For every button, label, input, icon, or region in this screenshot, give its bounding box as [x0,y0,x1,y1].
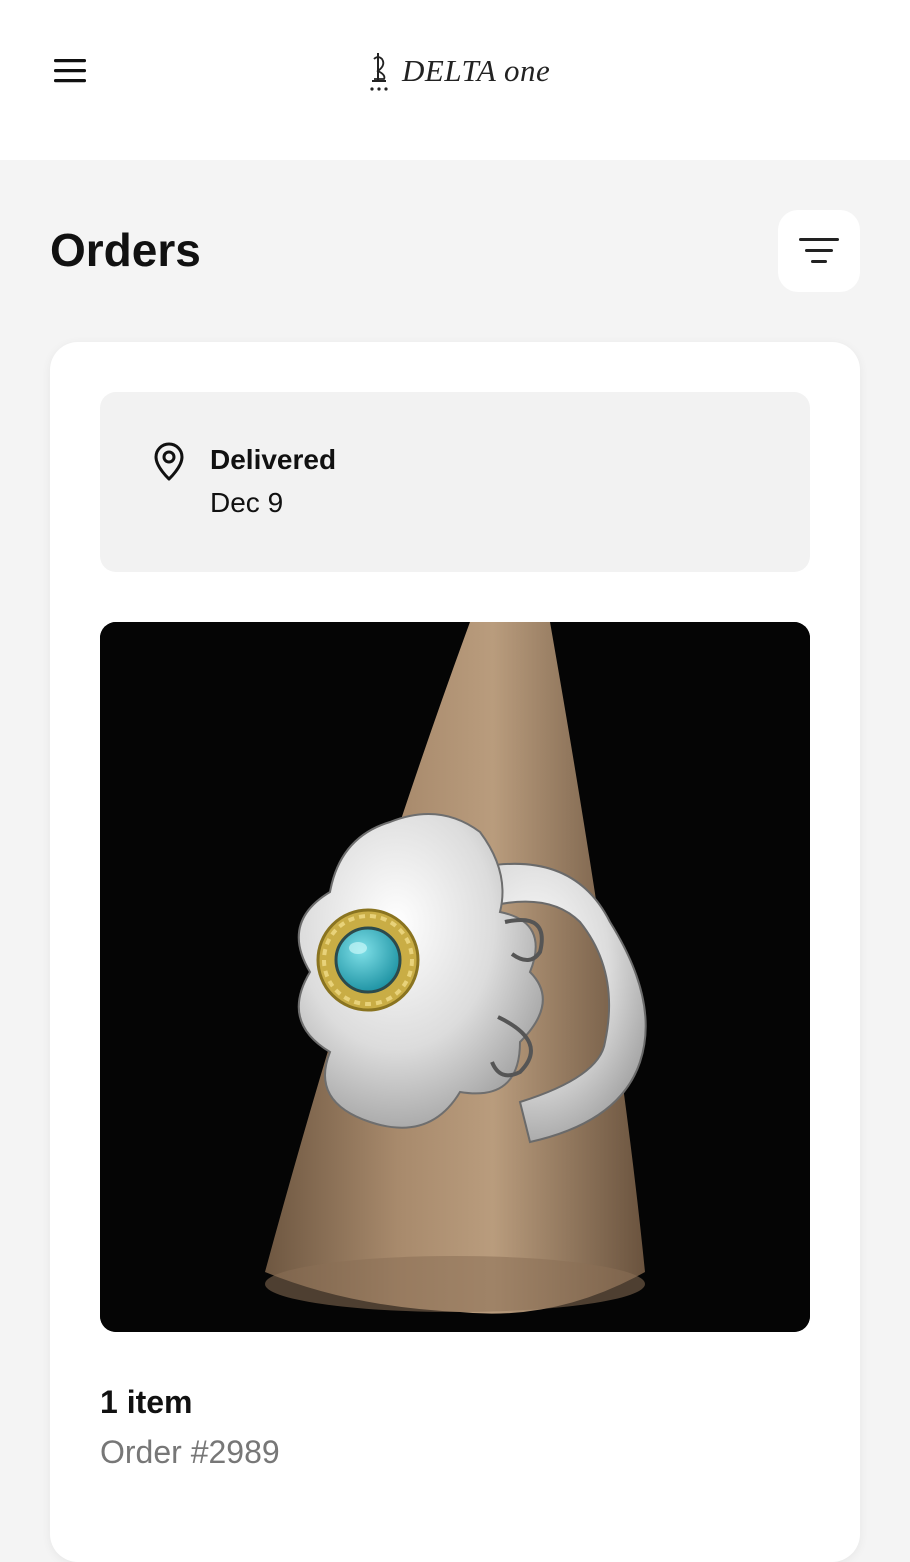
brand-logo[interactable]: DELTA one [366,46,550,96]
filter-icon [799,238,839,263]
app-header: DELTA one [0,0,910,160]
page-title: Orders [50,224,201,276]
location-pin-icon [154,442,184,481]
delivery-status: Delivered [210,444,337,475]
order-number: Order #2989 [100,1434,280,1470]
product-image[interactable] [100,622,810,1332]
brand-logo-mark-icon [370,53,388,91]
order-item-count: 1 item [100,1384,193,1420]
hamburger-menu-icon[interactable] [50,50,90,90]
brand-name: DELTA one [402,53,551,88]
delivery-status-box: Delivered Dec 9 [100,392,810,572]
order-card[interactable]: Delivered Dec 9 1 item Order #2989 [50,342,860,1562]
filter-button[interactable] [778,210,860,292]
delivery-date: Dec 9 [210,487,284,518]
